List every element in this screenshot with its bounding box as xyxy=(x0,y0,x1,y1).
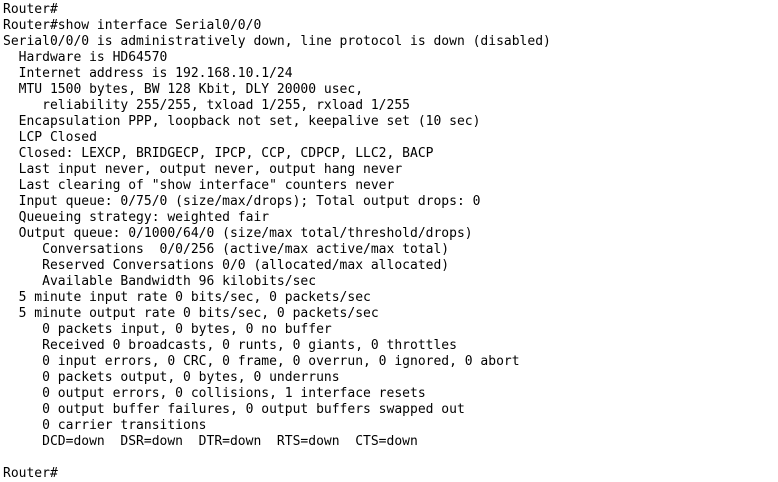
prompt-line: Router# xyxy=(3,2,58,17)
output-line-packets-output: 0 packets output, 0 bytes, 0 underruns xyxy=(3,370,340,385)
output-line-hardware: Hardware is HD64570 xyxy=(3,50,168,65)
output-line-output-rate: 5 minute output rate 0 bits/sec, 0 packe… xyxy=(3,306,379,321)
output-line-output-errors: 0 output errors, 0 collisions, 1 interfa… xyxy=(3,386,426,401)
terminal-console[interactable]: Router# Router#show interface Serial0/0/… xyxy=(0,0,778,482)
output-line-last-input: Last input never, output never, output h… xyxy=(3,162,403,177)
output-line-closed-protocols: Closed: LEXCP, BRIDGECP, IPCP, CCP, CDPC… xyxy=(3,146,434,161)
output-line-input-queue: Input queue: 0/75/0 (size/max/drops); To… xyxy=(3,194,481,209)
output-line-available-bandwidth: Available Bandwidth 96 kilobits/sec xyxy=(3,274,317,289)
output-line-lcp: LCP Closed xyxy=(3,130,97,145)
output-line-packets-input: 0 packets input, 0 bytes, 0 no buffer xyxy=(3,322,332,337)
output-line-conversations: Conversations 0/0/256 (active/max active… xyxy=(3,242,450,257)
current-prompt-line[interactable]: Router# xyxy=(3,466,778,482)
output-line-interface-status: Serial0/0/0 is administratively down, li… xyxy=(3,34,551,49)
output-line-input-errors: 0 input errors, 0 CRC, 0 frame, 0 overru… xyxy=(3,354,520,369)
output-line-buffer-failures: 0 output buffer failures, 0 output buffe… xyxy=(3,402,465,417)
output-line-internet-address: Internet address is 192.168.10.1/24 xyxy=(3,66,293,81)
output-line-carrier-transitions: 0 carrier transitions xyxy=(3,418,207,433)
command-line: Router#show interface Serial0/0/0 xyxy=(3,18,262,33)
output-line-output-queue: Output queue: 0/1000/64/0 (size/max tota… xyxy=(3,226,473,241)
output-line-reserved-conversations: Reserved Conversations 0/0 (allocated/ma… xyxy=(3,258,450,273)
output-line-input-rate: 5 minute input rate 0 bits/sec, 0 packet… xyxy=(3,290,371,305)
output-line-reliability: reliability 255/255, txload 1/255, rxloa… xyxy=(3,98,410,113)
output-line-queueing-strategy: Queueing strategy: weighted fair xyxy=(3,210,270,225)
output-line-encapsulation: Encapsulation PPP, loopback not set, kee… xyxy=(3,114,481,129)
output-line-last-clearing: Last clearing of "show interface" counte… xyxy=(3,178,395,193)
output-line-mtu: MTU 1500 bytes, BW 128 Kbit, DLY 20000 u… xyxy=(3,82,364,97)
output-line-received: Received 0 broadcasts, 0 runts, 0 giants… xyxy=(3,338,457,353)
output-line-signal-states: DCD=down DSR=down DTR=down RTS=down CTS=… xyxy=(3,434,418,449)
